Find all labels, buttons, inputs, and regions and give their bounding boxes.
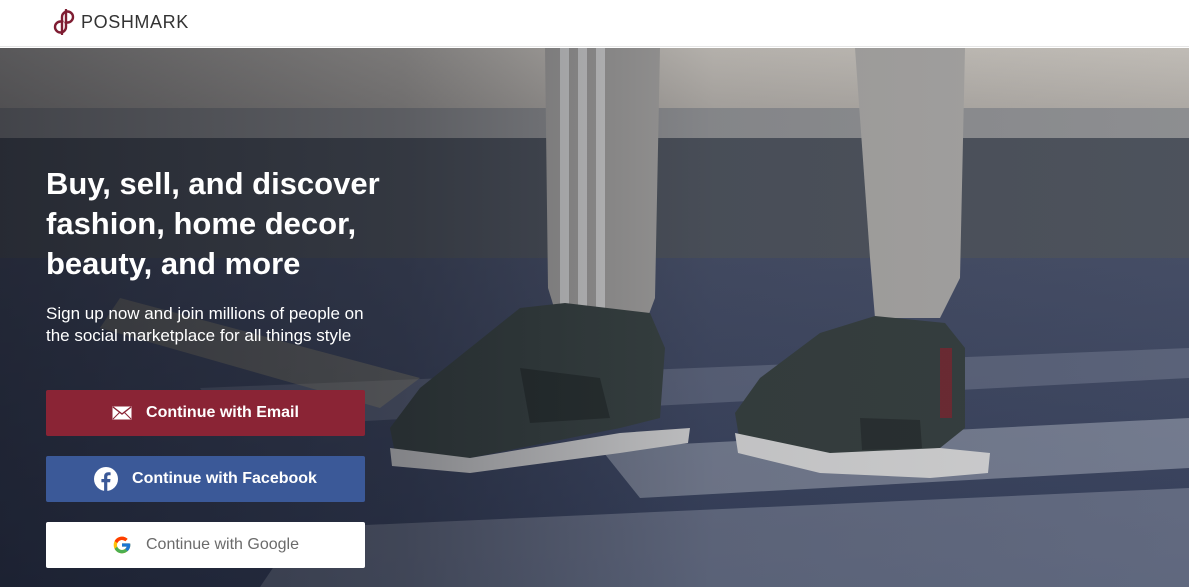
continue-with-email-button[interactable]: Continue with Email xyxy=(46,390,365,436)
hero-headline: Buy, sell, and discover fashion, home de… xyxy=(46,166,380,281)
poshmark-logo-icon xyxy=(53,9,75,35)
google-button-label: Continue with Google xyxy=(146,536,299,553)
site-header: POSHMARK xyxy=(0,0,1189,47)
google-icon xyxy=(112,535,132,555)
email-button-label: Continue with Email xyxy=(146,404,299,421)
hero-subhead: Sign up now and join millions of people … xyxy=(46,304,364,345)
envelope-icon xyxy=(112,406,132,420)
hero-section: Buy, sell, and discover fashion, home de… xyxy=(0,48,1189,587)
facebook-icon xyxy=(94,467,119,491)
continue-with-google-button[interactable]: Continue with Google xyxy=(46,522,365,568)
facebook-button-label: Continue with Facebook xyxy=(132,470,317,487)
brand-name: POSHMARK xyxy=(81,11,189,32)
continue-with-facebook-button[interactable]: Continue with Facebook xyxy=(46,456,365,502)
poshmark-logo-link[interactable]: POSHMARK xyxy=(53,9,189,35)
